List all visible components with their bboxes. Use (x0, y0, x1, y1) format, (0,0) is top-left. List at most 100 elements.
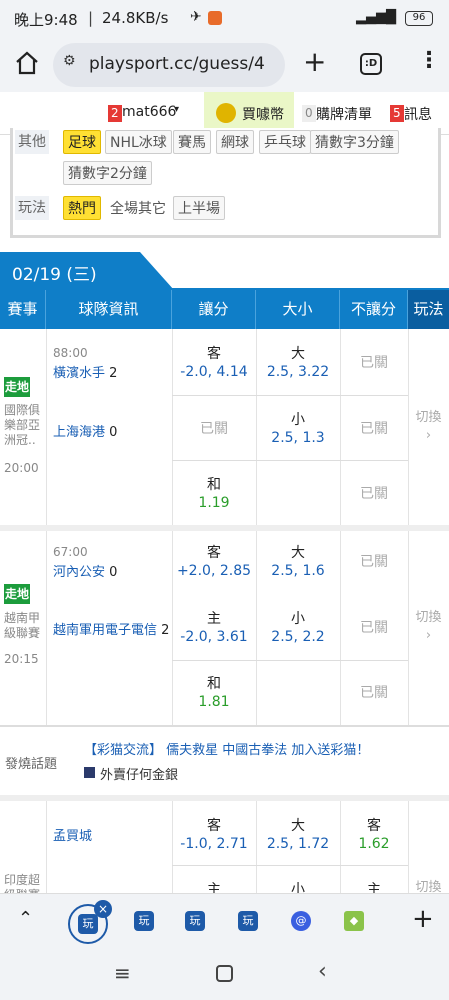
moneyline-closed: 已關 (360, 554, 388, 570)
recent-apps-icon[interactable]: ≡ (114, 961, 131, 985)
filter-chip[interactable]: 上半場 (173, 196, 225, 220)
col-over-under: 大小 (256, 290, 340, 329)
filter-chip[interactable]: 猜數字3分鐘 (310, 130, 399, 154)
filter-chip[interactable]: 乒乓球 (259, 130, 311, 154)
match-time: 20:15 (4, 652, 39, 666)
team-away[interactable]: 越南軍用電子電信 2 (53, 619, 169, 638)
system-nav-bar: ≡ ‹ (0, 951, 449, 1000)
team-home[interactable]: 橫濱水手 2 (53, 362, 117, 381)
live-badge: 走地 (4, 584, 30, 604)
ou-option[interactable]: 大 2.5, 1.72 (256, 817, 340, 853)
tab-favicon-icon[interactable]: 玩 (238, 911, 258, 931)
draw-option[interactable]: 和 1.19 (172, 476, 256, 512)
chevron-up-icon[interactable]: ⌃ (18, 908, 33, 929)
url-field[interactable]: ⚙ playsport.cc/guess/4 (53, 43, 285, 87)
app-notification-icon (208, 11, 222, 25)
user-badge: 2 (108, 105, 122, 122)
vpn-icon: ✈ (190, 9, 202, 25)
divider (172, 460, 408, 461)
date-label[interactable]: 02/19 (三) (12, 260, 97, 285)
moneyline-option[interactable]: 客 1.62 (340, 817, 408, 853)
menu-icon[interactable]: ⋮ (418, 48, 440, 73)
divider (46, 801, 47, 893)
col-play: 玩法 (408, 290, 449, 329)
ou-option[interactable]: 大 2.5, 1.6 (256, 544, 340, 580)
filter-chip[interactable]: NHL冰球 (105, 130, 172, 154)
filter-chip[interactable]: 熱門 (63, 196, 101, 220)
switch-button[interactable]: 切換 › (408, 409, 449, 445)
hot-topic[interactable]: 發燒話題 【彩猫交流】 儒夫救星 中國古拳法 加入送彩猫！ 外賣仔何金銀 (0, 727, 449, 795)
team-home[interactable]: 孟買城 (53, 825, 92, 844)
match-minute: 67:00 (53, 545, 88, 559)
filter-chip[interactable]: 足球 (63, 130, 101, 154)
cart-link[interactable]: 購牌清單 (316, 104, 372, 124)
home-nav-icon[interactable] (216, 965, 233, 982)
moneyline-closed: 已關 (360, 685, 388, 701)
coin-icon (216, 103, 236, 123)
divider (46, 329, 47, 526)
filter-chip[interactable]: 猜數字2分鐘 (63, 161, 152, 185)
status-bar: 晚上9:48 | 24.8KB/s ✈ ▂▄▆█ ◠ 96 (0, 0, 449, 38)
active-tab[interactable]: 玩 × (68, 900, 112, 944)
table-header: 賽事 球隊資訊 讓分 大小 不讓分 玩法 (0, 290, 449, 329)
chevron-down-icon[interactable]: ▾ (174, 104, 179, 115)
tab-favicon-icon[interactable]: @ (291, 911, 311, 931)
tab-strip: ⌃ 玩 × (0, 893, 449, 951)
moneyline-closed: 已關 (360, 421, 388, 437)
message-link[interactable]: 訊息 (404, 104, 432, 124)
col-event: 賽事 (0, 290, 46, 329)
ou-option[interactable]: 小 2.5, 2.2 (256, 610, 340, 646)
league-name: 越南甲級聯賽 (4, 611, 41, 640)
close-tab-icon[interactable]: × (94, 900, 112, 918)
cart-badge: 0 (302, 105, 316, 122)
switch-button[interactable]: 切換 (408, 879, 449, 893)
moneyline-closed: 已關 (360, 620, 388, 636)
col-moneyline: 不讓分 (340, 290, 408, 329)
filter-chip[interactable]: 網球 (216, 130, 254, 154)
team-home[interactable]: 河內公安 0 (53, 561, 117, 580)
moneyline-option[interactable]: 主 (340, 881, 408, 893)
tab-favicon-icon[interactable]: ◆ (344, 911, 364, 931)
tab-favicon-icon[interactable]: 玩 (134, 911, 154, 931)
match-block: 走地 國際俱樂部亞洲冠.. 20:00 88:00 橫濱水手 2 上海海港 0 … (0, 329, 449, 526)
tab-favicon-icon[interactable]: 玩 (185, 911, 205, 931)
ou-option[interactable]: 小 2.5, 1.3 (256, 411, 340, 447)
ou-option[interactable]: 小 (256, 881, 340, 893)
author-flag-icon (84, 767, 95, 778)
moneyline-closed: 已關 (360, 486, 388, 502)
divider (46, 531, 47, 725)
spread-closed: 已關 (200, 421, 228, 437)
wifi-icon: ◠ (380, 8, 394, 26)
switch-button[interactable]: 切換 › (408, 609, 449, 645)
divider (172, 395, 408, 396)
new-tab-icon[interactable]: + (303, 45, 326, 79)
filter-play-label: 玩法 (15, 196, 49, 220)
browser-toolbar: ⚙ playsport.cc/guess/4 + :D ⋮ (0, 38, 449, 92)
spread-option[interactable]: 主 -2.0, 3.61 (172, 610, 256, 646)
filter-chip[interactable]: 全場其它 (105, 196, 171, 220)
draw-option[interactable]: 和 1.81 (172, 675, 256, 711)
home-icon[interactable] (14, 50, 40, 76)
filter-other-label: 其他 (15, 130, 49, 154)
tab-switcher-icon[interactable]: :D (360, 53, 382, 75)
user-menu[interactable]: mat666 (122, 104, 176, 120)
spread-option[interactable]: 主 (172, 881, 256, 893)
filter-chip[interactable]: 賽馬 (173, 130, 211, 154)
match-block: 走地 越南甲級聯賽 20:15 67:00 河內公安 0 越南軍用電子電信 2 … (0, 531, 449, 725)
hot-topic-title[interactable]: 【彩猫交流】 儒夫救星 中國古拳法 加入送彩猫！ (84, 739, 369, 758)
ou-option[interactable]: 大 2.5, 3.22 (256, 345, 340, 381)
live-badge: 走地 (4, 377, 30, 397)
moneyline-closed: 已關 (360, 355, 388, 371)
filter-panel: 其他 足球 NHL冰球 賽馬 網球 乒乓球 猜數字3分鐘 猜數字2分鐘 玩法 熱… (10, 128, 441, 238)
message-badge: 5 (390, 105, 404, 122)
site-settings-icon[interactable]: ⚙ (63, 53, 76, 69)
new-tab-icon[interactable]: + (412, 904, 434, 934)
hot-topic-label: 發燒話題 (5, 757, 58, 772)
back-icon[interactable]: ‹ (318, 959, 327, 984)
spread-option[interactable]: 客 -1.0, 2.71 (172, 817, 256, 853)
spread-option[interactable]: 客 -2.0, 4.14 (172, 345, 256, 381)
coin-label: 買噱幣 (242, 107, 284, 123)
spread-option[interactable]: 客 +2.0, 2.85 (172, 544, 256, 580)
match-minute: 88:00 (53, 346, 88, 360)
team-away[interactable]: 上海海港 0 (53, 421, 117, 440)
